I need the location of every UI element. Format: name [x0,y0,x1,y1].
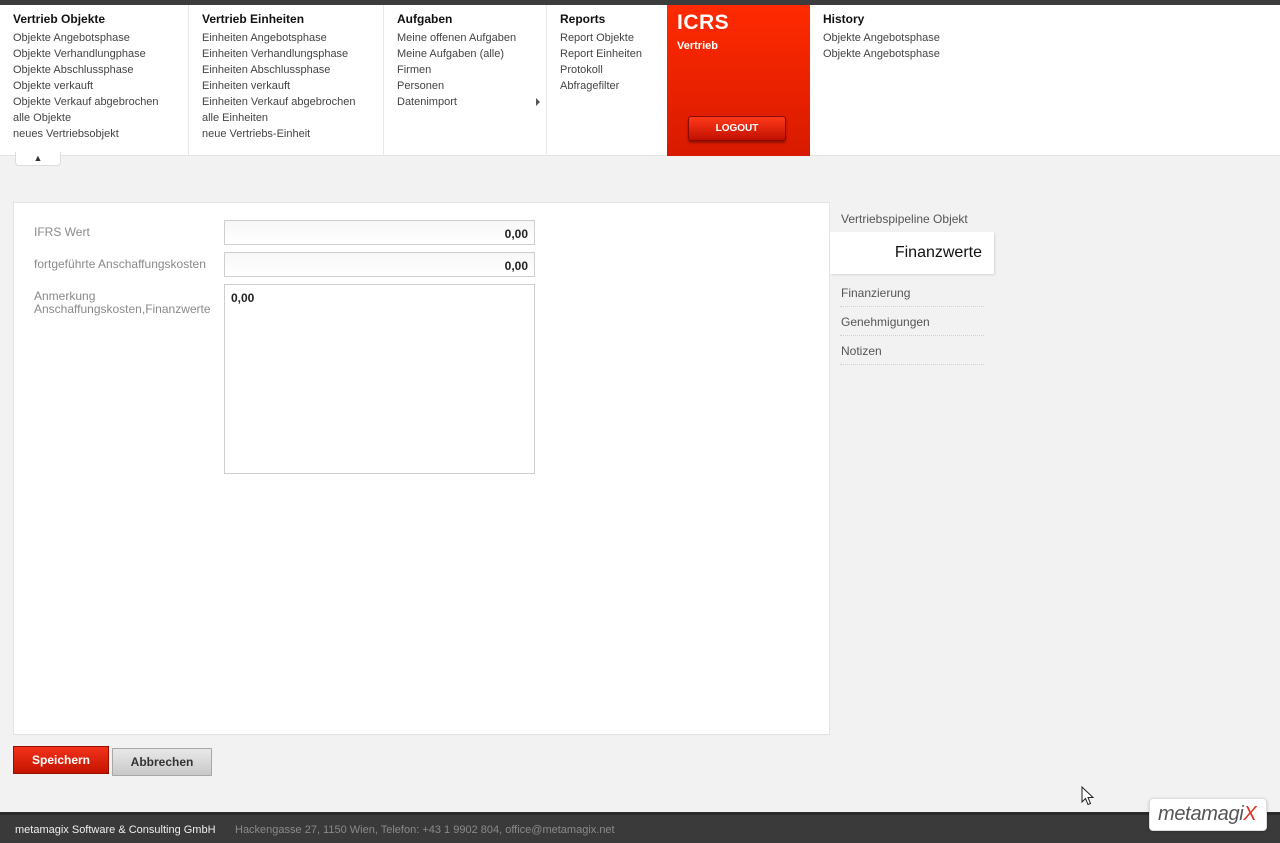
app-logo-text: ICRS [677,11,730,34]
nav-link[interactable]: Einheiten Verhandlungsphase [202,46,371,62]
nav-link[interactable]: Meine offenen Aufgaben [397,30,534,46]
nav-link[interactable]: Abfragefilter [560,78,655,94]
side-tab-notizen[interactable]: Notizen [840,336,984,365]
nav-column-title: Reports [560,12,606,26]
nav-link[interactable]: Report Objekte [560,30,655,46]
nav-link-datenimport[interactable]: Datenimport [397,94,540,110]
nav-link[interactable]: Personen [397,78,534,94]
mouse-cursor-icon [1081,786,1095,806]
ifrs-value-field[interactable]: 0,00 [224,220,535,245]
metamagix-logo: metamagiX [1149,798,1267,831]
nav-link[interactable]: Protokoll [560,62,655,78]
side-tab-genehmigungen[interactable]: Genehmigungen [840,307,984,336]
nav-column-vertrieb-einheiten: Vertrieb Einheiten Einheiten Angebotspha… [189,5,384,156]
nav-link-label: Datenimport [397,96,457,108]
anmerkung-label-line2: Anschaffungskosten,Finanzwerte [34,302,211,316]
app-brand-panel: ICRS Vertrieb LOGOUT [667,5,810,156]
anschaffungskosten-label: fortgeführte Anschaffungskosten [34,257,206,271]
nav-link[interactable]: Einheiten Angebotsphase [202,30,371,46]
submenu-arrow-icon [536,98,540,106]
app-module-name: Vertrieb [677,40,718,52]
nav-link[interactable]: Report Einheiten [560,46,655,62]
form-row-ifrs: IFRS Wert [34,226,224,239]
nav-link[interactable]: neue Vertriebs-Einheit [202,126,371,142]
logo-text: metamagi [1158,803,1244,825]
form-row-anschaffungskosten: fortgeführte Anschaffungskosten [34,258,224,271]
history-link[interactable]: Objekte Angebotsphase [823,46,998,62]
nav-column-title: Vertrieb Objekte [13,12,106,26]
side-tab-finanzierung[interactable]: Finanzierung [840,278,984,307]
nav-link[interactable]: Einheiten Verkauf abgebrochen [202,94,371,110]
nav-link[interactable]: Meine Aufgaben (alle) [397,46,534,62]
ifrs-label: IFRS Wert [34,225,90,239]
nav-column-vertrieb-objekte: Vertrieb Objekte Objekte Angebotsphase O… [0,5,189,156]
nav-link[interactable]: Einheiten verkauft [202,78,371,94]
nav-link[interactable]: neues Vertriebsobjekt [13,126,176,142]
form-row-anmerkung: Anmerkung Anschaffungskosten,Finanzwerte [34,290,224,316]
footer-address: Hackengasse 27, 1150 Wien, Telefon: +43 … [235,824,615,836]
nav-column-title: Aufgaben [397,12,453,26]
nav-column-title: History [823,12,865,26]
logout-button[interactable]: LOGOUT [688,116,786,141]
footer-company: metamagix Software & Consulting GmbH [15,824,216,836]
side-tabs: Vertriebspipeline Objekt Finanzwerte Fin… [830,202,994,365]
nav-link[interactable]: Objekte Abschlussphase [13,62,176,78]
nav-link[interactable]: alle Objekte [13,110,176,126]
nav-column-aufgaben: Aufgaben Meine offenen Aufgaben Meine Au… [384,5,547,156]
nav-link[interactable]: Objekte verkauft [13,78,176,94]
nav-link[interactable]: Objekte Verhandlungphase [13,46,176,62]
anschaffungskosten-field[interactable]: 0,00 [224,252,535,277]
nav-link[interactable]: Objekte Angebotsphase [13,30,176,46]
nav-link[interactable]: alle Einheiten [202,110,371,126]
nav-link[interactable]: Einheiten Abschlussphase [202,62,371,78]
side-tab-vertriebspipeline[interactable]: Vertriebspipeline Objekt [840,202,984,232]
nav-column-title: Vertrieb Einheiten [202,12,305,26]
save-button[interactable]: Speichern [13,746,109,774]
logo-accent: X [1243,803,1257,825]
form-panel: IFRS Wert 0,00 fortgeführte Anschaffungs… [13,202,830,735]
nav-column-history: History Objekte Angebotsphase Objekte An… [810,5,1010,156]
anmerkung-textarea[interactable]: 0,00 [224,284,535,474]
cancel-button[interactable]: Abbrechen [112,748,212,776]
collapse-nav-button[interactable]: ▲ [15,152,61,166]
side-tab-finanzwerte[interactable]: Finanzwerte [830,232,994,274]
nav-link[interactable]: Objekte Verkauf abgebrochen [13,94,176,110]
nav-column-reports: Reports Report Objekte Report Einheiten … [547,5,667,156]
footer: metamagix Software & Consulting GmbH Hac… [0,812,1280,843]
main-navigation: Vertrieb Objekte Objekte Angebotsphase O… [0,5,1280,156]
arrow-up-icon: ▲ [33,153,43,163]
nav-link[interactable]: Firmen [397,62,534,78]
history-link[interactable]: Objekte Angebotsphase [823,30,998,46]
